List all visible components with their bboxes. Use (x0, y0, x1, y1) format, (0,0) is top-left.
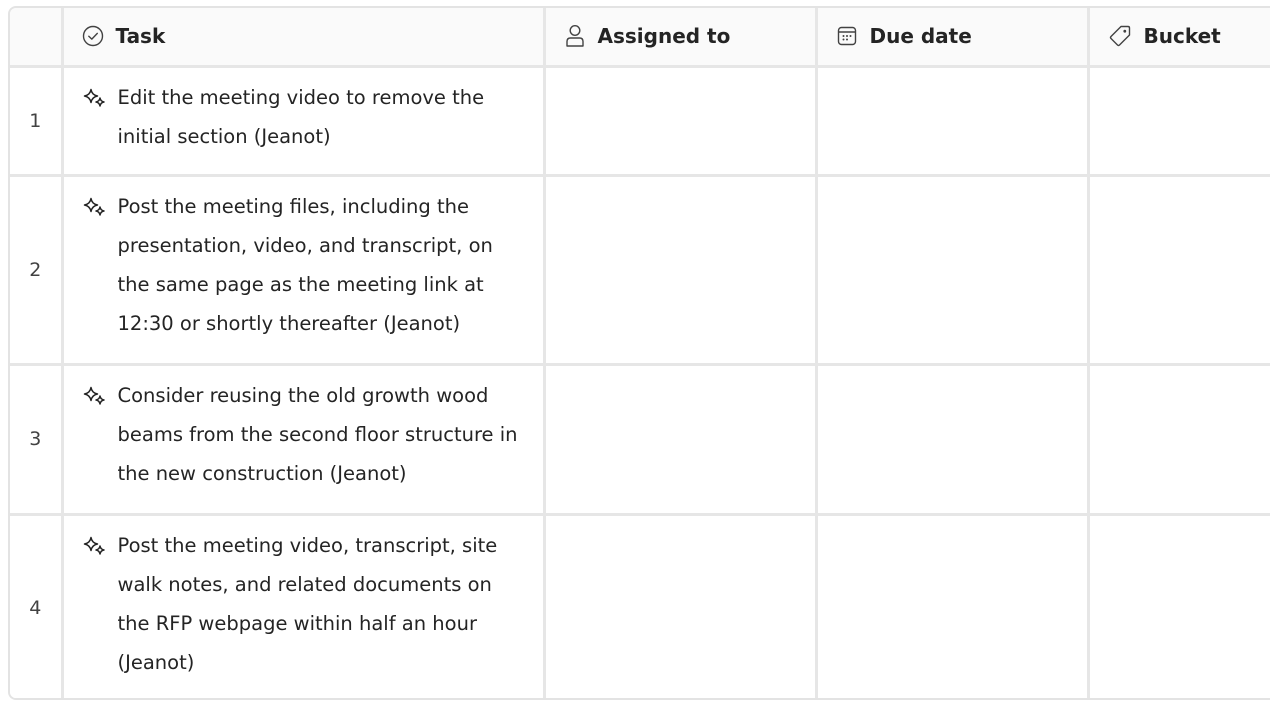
task-cell[interactable]: Post the meeting video, transcript, site… (62, 514, 546, 698)
due-date-cell[interactable] (816, 66, 1090, 177)
header-due-date[interactable]: Due date (816, 8, 1090, 68)
row-number: 3 (10, 364, 64, 516)
header-row: Task Assigned to Due date Bucket (10, 8, 1270, 68)
task-title: Post the meeting video, transcript, site… (117, 533, 498, 674)
calendar-icon (837, 27, 856, 46)
header-bucket-label: Bucket (1143, 24, 1221, 49)
task-title: Post the meeting files, including the pr… (117, 194, 493, 335)
bucket-cell[interactable] (1088, 364, 1270, 516)
sparkle-icon (83, 536, 105, 555)
bucket-cell[interactable] (1088, 175, 1270, 366)
bucket-cell[interactable] (1088, 66, 1270, 177)
table-row[interactable]: 2 Post the meeting files, including the … (10, 175, 1270, 366)
sparkle-icon (83, 386, 105, 405)
task-cell[interactable]: Edit the meeting video to remove the ini… (62, 66, 546, 177)
header-assigned-to-label: Assigned to (597, 24, 731, 49)
row-number: 2 (10, 175, 64, 366)
assigned-to-cell[interactable] (544, 175, 818, 366)
due-date-cell[interactable] (816, 514, 1090, 698)
table-row[interactable]: 4 Post the meeting video, transcript, si… (10, 514, 1270, 698)
row-number: 4 (10, 514, 64, 698)
task-table: Task Assigned to Due date Bucket 1 Edit … (8, 6, 1270, 700)
assigned-to-cell[interactable] (544, 66, 818, 177)
bucket-cell[interactable] (1088, 514, 1270, 698)
row-number: 1 (10, 66, 64, 177)
assigned-to-cell[interactable] (544, 514, 818, 698)
header-number (10, 8, 64, 68)
header-bucket[interactable]: Bucket (1088, 8, 1270, 68)
assigned-to-cell[interactable] (544, 364, 818, 516)
header-task[interactable]: Task (62, 8, 546, 68)
circle-check-icon (82, 26, 103, 47)
header-assigned-to[interactable]: Assigned to (544, 8, 818, 68)
tag-icon (1109, 26, 1130, 47)
task-title: Consider reusing the old growth wood bea… (117, 383, 518, 485)
due-date-cell[interactable] (816, 364, 1090, 516)
task-cell[interactable]: Post the meeting files, including the pr… (62, 175, 546, 366)
tasks-grid: Task Assigned to Due date Bucket 1 Edit … (10, 8, 1270, 698)
task-cell[interactable]: Consider reusing the old growth wood bea… (62, 364, 546, 516)
sparkle-icon (83, 88, 105, 107)
sparkle-icon (83, 197, 105, 216)
person-icon (565, 25, 584, 47)
table-row[interactable]: 3 Consider reusing the old growth wood b… (10, 364, 1270, 516)
header-task-label: Task (115, 24, 166, 49)
header-due-date-label: Due date (869, 24, 972, 49)
task-title: Edit the meeting video to remove the ini… (117, 85, 485, 148)
table-row[interactable]: 1 Edit the meeting video to remove the i… (10, 66, 1270, 177)
due-date-cell[interactable] (816, 175, 1090, 366)
